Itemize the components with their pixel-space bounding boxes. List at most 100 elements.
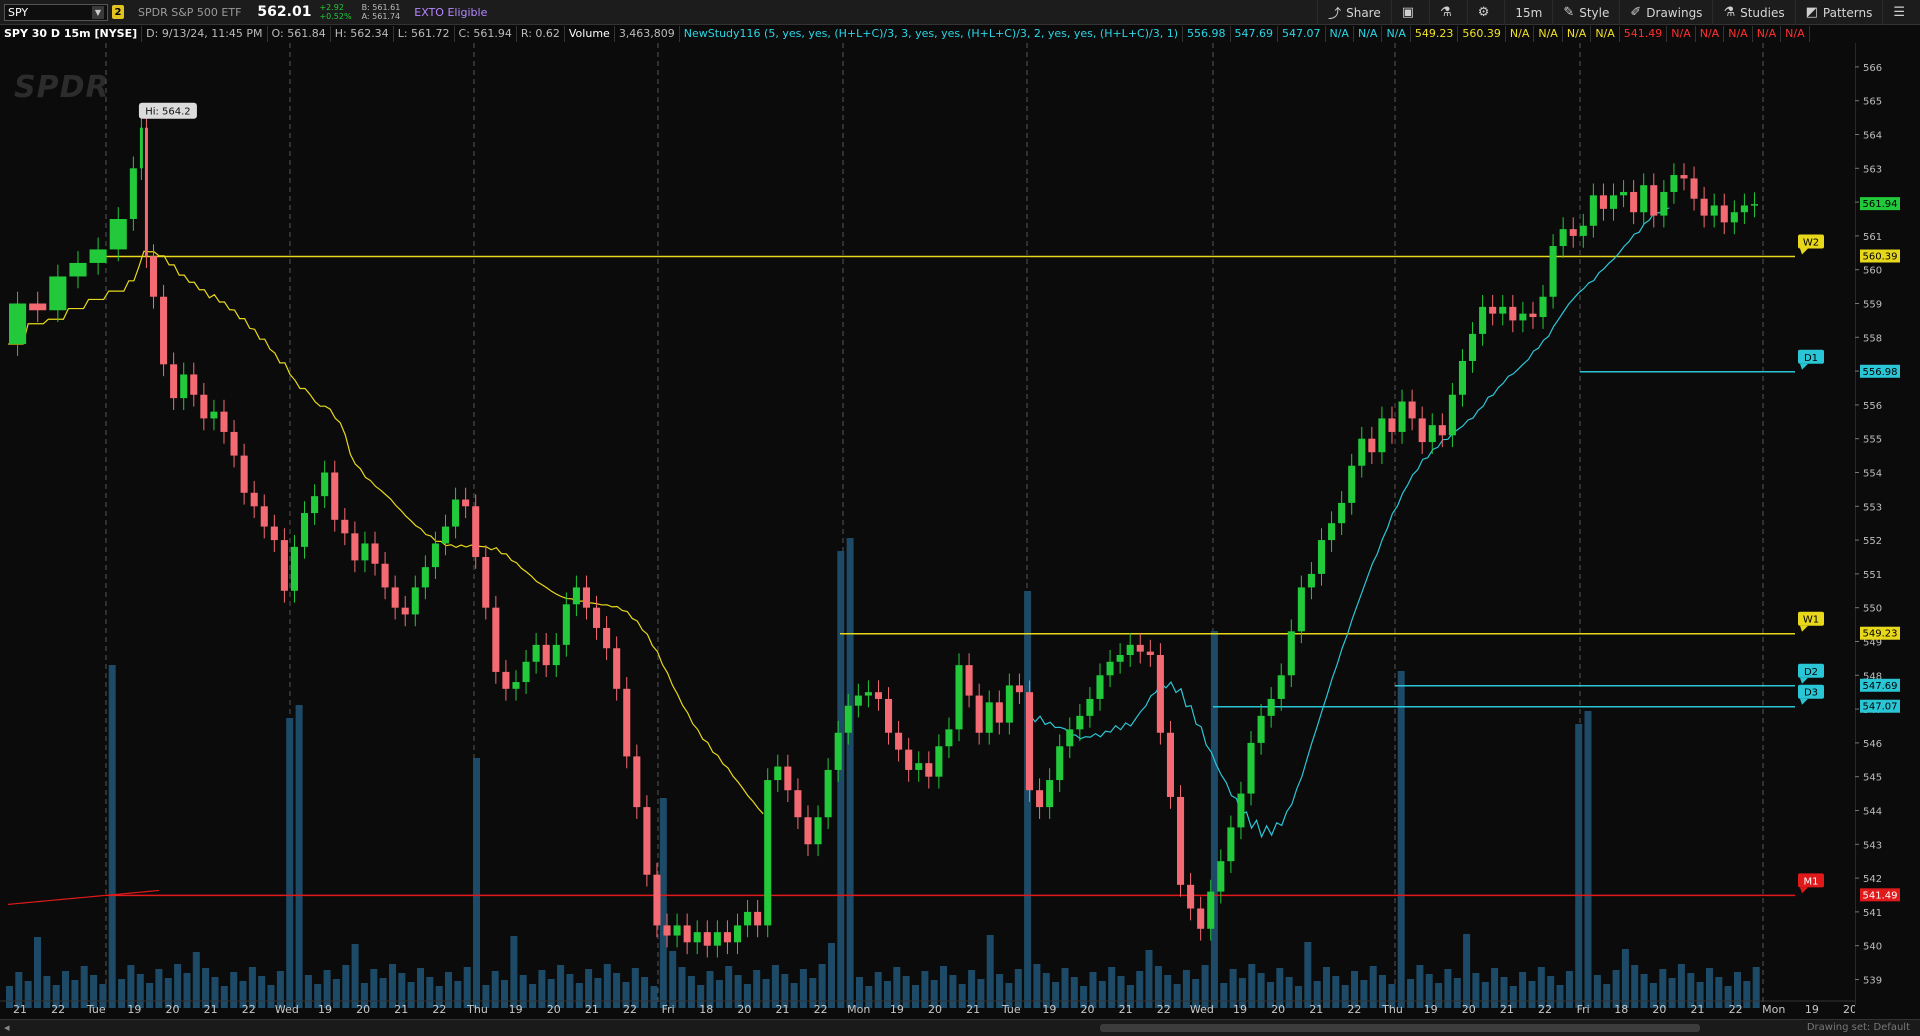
beaker-button[interactable]: ⚗ [1429, 0, 1467, 25]
candle-body [361, 543, 369, 561]
candle-body [713, 932, 721, 946]
price-tick-label: 541 [1863, 908, 1882, 919]
volume-bar [417, 968, 424, 1008]
volume-bar [753, 970, 761, 1008]
candle-body [693, 932, 701, 943]
snapshot-button[interactable]: ▣ [1390, 0, 1429, 25]
candle-body [1348, 465, 1356, 503]
volume-bar [1276, 968, 1284, 1008]
link-group-badge[interactable]: 2 [112, 5, 124, 19]
level-tag-pointer [1800, 625, 1808, 632]
study-value: 560.39 [1458, 26, 1506, 42]
candle-body [129, 168, 137, 219]
time-tick-label: Thu [1381, 1003, 1403, 1016]
candle-body [230, 431, 238, 456]
volume-bar [1332, 976, 1340, 1008]
time-scrollbar[interactable]: ◂ Drawing set: Default [0, 1019, 1920, 1036]
volume-bar [295, 705, 303, 1008]
time-tick-label: 19 [127, 1003, 141, 1016]
time-tick-label: 22 [1347, 1003, 1361, 1016]
volume-bar [463, 967, 471, 1008]
study-value: N/A [1667, 26, 1696, 42]
study-label[interactable]: NewStudy116 (5, yes, yes, (H+L+C)/3, 3, … [680, 26, 1183, 42]
candle-body [1650, 185, 1658, 216]
study-value: N/A [1382, 26, 1411, 42]
symbol-input[interactable]: SPY ▼ [4, 3, 108, 21]
volume-bar [118, 979, 126, 1008]
candle-body [653, 874, 661, 926]
volume-bar [146, 983, 154, 1008]
study-value: N/A [1326, 26, 1354, 42]
time-tick-label: 20 [737, 1003, 751, 1016]
volume-bar [71, 980, 79, 1008]
volume-bar [893, 967, 901, 1008]
level-tag-text: W1 [1803, 615, 1819, 626]
study-value: N/A [1591, 26, 1620, 42]
volume-bar [1528, 981, 1536, 1008]
gear-button[interactable]: ⚙ [1466, 0, 1505, 25]
patterns-button[interactable]: ◩ Patterns [1794, 0, 1883, 25]
scroll-left-icon[interactable]: ◂ [4, 1021, 10, 1034]
price-axis[interactable]: 5665655645635625615605595585575565555545… [1855, 43, 1920, 1005]
candle-body [472, 506, 480, 557]
candle-body [1438, 425, 1446, 436]
candle-body [1046, 780, 1054, 808]
exto-eligible-link[interactable]: EXTO Eligible [414, 6, 487, 19]
candle-body [1398, 401, 1406, 432]
candle-body [250, 492, 258, 507]
last-price: 562.01 [257, 4, 312, 20]
time-tick-label: Fri [662, 1003, 675, 1016]
candle-body [1096, 675, 1104, 699]
share-button[interactable]: ⤴ Share [1317, 0, 1391, 25]
candle-body [331, 472, 339, 520]
candle-body [562, 604, 570, 645]
volume-bar [1575, 724, 1583, 1008]
volume-bar [762, 979, 770, 1008]
volume-bar [108, 665, 116, 1008]
candle-body [1408, 401, 1416, 419]
volume-bar [1565, 971, 1573, 1008]
volume-bar [669, 951, 677, 1008]
time-tick-label: 21 [204, 1003, 218, 1016]
volume-bar [1108, 967, 1116, 1008]
volume-label[interactable]: Volume [565, 26, 615, 42]
candle-body [895, 732, 903, 750]
studies-button[interactable]: ⚗ Studies [1712, 0, 1794, 25]
candle-body [965, 665, 973, 696]
volume-bar [1584, 711, 1592, 1008]
15m-button[interactable]: 15m [1504, 0, 1552, 25]
patterns-icon: ◩ [1805, 5, 1818, 20]
volume-bar [1285, 977, 1293, 1008]
drawing-set-label[interactable]: Drawing set: Default [1807, 1022, 1910, 1033]
bar-high: H: 562.34 [331, 26, 394, 42]
style-button[interactable]: ✎ Style [1552, 0, 1619, 25]
price-chart[interactable]: W2 D1 W1 D2 D3 M1 Hi: 564.2 21 22 Tue 19 20 21 22 Wed 1… [0, 43, 1855, 1019]
candle-body [1126, 644, 1134, 656]
volume-bar [1061, 968, 1069, 1008]
price-axis-bg [1855, 43, 1920, 1005]
volume-bar [874, 972, 882, 1008]
candle-body [834, 732, 842, 770]
time-tick-label: 21 [1119, 1003, 1133, 1016]
symbol-dropdown-icon[interactable]: ▼ [92, 5, 104, 19]
volume-bar [1743, 981, 1751, 1008]
volume-bar [1295, 986, 1302, 1008]
time-tick-label: 22 [1157, 1003, 1171, 1016]
menu-button[interactable]: ☰ [1882, 0, 1920, 25]
volume-bar [34, 937, 41, 1008]
candle-body [1620, 191, 1628, 196]
candle-body [1609, 195, 1618, 209]
candle-body [492, 607, 500, 672]
chart-title: SPY 30 D 15m [NYSE] [0, 26, 143, 42]
volume-bar [491, 971, 499, 1008]
drawings-button[interactable]: ✐ Drawings [1619, 0, 1712, 25]
level-tag-text: D3 [1804, 688, 1818, 699]
candle-body [1166, 732, 1174, 797]
candle-body [1378, 418, 1386, 453]
scroll-thumb[interactable] [1100, 1024, 1700, 1032]
volume-bar [771, 965, 779, 1008]
candle-body [29, 303, 47, 311]
volume-bar [407, 982, 415, 1008]
level-tag-pointer [1800, 677, 1808, 684]
candle-body [1207, 891, 1215, 929]
